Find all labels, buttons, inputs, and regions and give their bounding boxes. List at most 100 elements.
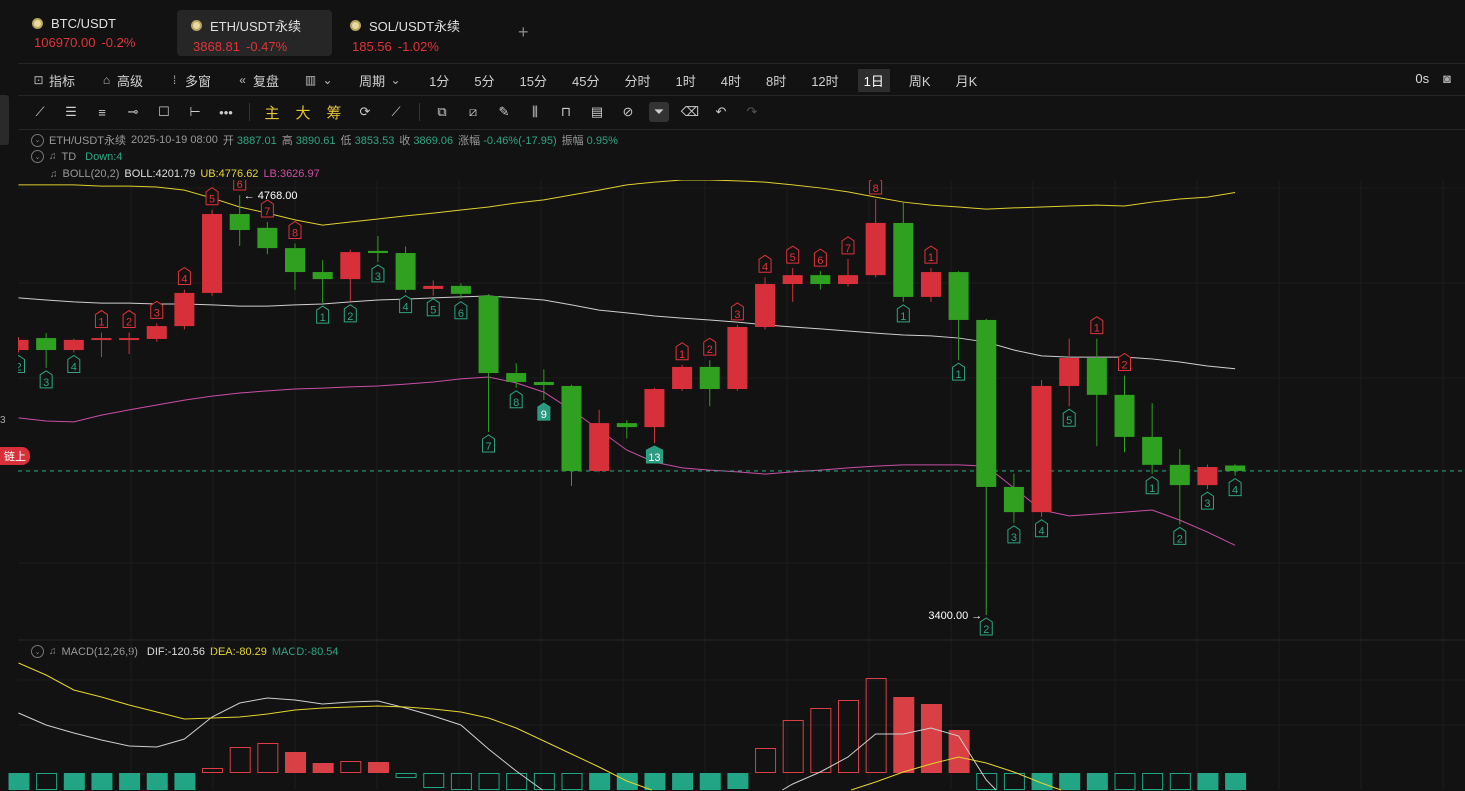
tab-sol[interactable]: SOL/USDT永续 185.56 -1.02%	[336, 10, 491, 56]
candles-select-icon[interactable]: ⫼	[525, 102, 545, 122]
candle-body	[644, 389, 665, 428]
candle-body	[1169, 464, 1190, 486]
main-force-button[interactable]: 主	[262, 102, 282, 122]
period-3[interactable]: 45分	[566, 69, 605, 92]
horizontal-ray-icon[interactable]: ⊸	[123, 102, 143, 122]
magnet-icon[interactable]: ⊘	[618, 102, 638, 122]
period-8[interactable]: 12时	[805, 69, 844, 92]
candle-body	[18, 339, 29, 351]
bell-icon[interactable]: ♫	[49, 646, 57, 657]
candle: 1	[893, 202, 914, 323]
candle: 3	[1003, 473, 1024, 544]
bell-icon[interactable]: ♫	[50, 169, 58, 180]
line-tool-icon[interactable]: ⟋	[30, 102, 50, 122]
td-marker	[896, 304, 910, 323]
td-marker	[316, 305, 330, 324]
amplitude-value: 0.95%	[586, 135, 618, 147]
brush-icon[interactable]: ⟋	[386, 102, 406, 122]
td-count: 5	[209, 194, 215, 206]
boll-ub: UB:4776.62	[200, 168, 259, 180]
candle-body	[672, 366, 693, 390]
refresh-edit-icon[interactable]: ⟳	[355, 102, 375, 122]
td-value: Down:4	[85, 150, 123, 163]
macd-histogram-bar	[1114, 773, 1136, 790]
candle: 1	[672, 342, 693, 391]
macd-info: ⌄ ♫ MACD(12,26,9) DIF:-120.56 DEA:-80.29 …	[31, 645, 339, 658]
period-6[interactable]: 4时	[715, 69, 747, 92]
boll-info: ♫ BOLL(20,2) BOLL:4201.79 UB:4776.62 LB:3…	[50, 168, 320, 180]
period-4[interactable]: 分时	[618, 69, 656, 92]
macd-histogram-bar	[1197, 773, 1219, 790]
undo-icon[interactable]: ↶	[711, 102, 731, 122]
candle: 2	[18, 337, 29, 373]
left-panel-handle[interactable]	[0, 95, 9, 145]
macd-histogram-bar	[755, 748, 777, 773]
bell-icon[interactable]: ♫	[49, 151, 57, 162]
candle: 3	[36, 333, 57, 389]
high-value: 3890.61	[295, 135, 336, 147]
big-order-button[interactable]: 大	[293, 102, 313, 122]
macd-histogram-bar	[146, 773, 168, 790]
period-dropdown[interactable]: 周期 ⌄	[355, 69, 406, 92]
collapse-icon[interactable]: ⌄	[31, 150, 44, 163]
separator	[249, 103, 250, 121]
period-7[interactable]: 8时	[760, 69, 792, 92]
td-marker	[288, 220, 302, 240]
camera-icon[interactable]: ◙	[1443, 71, 1451, 86]
period-2[interactable]: 15分	[514, 69, 553, 92]
collapse-icon[interactable]: ⌄	[31, 133, 44, 147]
collapse-icon[interactable]: ⌄	[31, 645, 44, 658]
td-marker	[509, 390, 523, 409]
period-11[interactable]: 月K	[950, 69, 984, 92]
td-count: 13	[648, 452, 660, 464]
pen-icon[interactable]: ✎	[494, 102, 514, 122]
indicators-label: 指标	[49, 73, 76, 89]
td-count: 6	[237, 179, 243, 191]
macd-histogram-bar	[644, 773, 666, 790]
lock-icon[interactable]: ⊓	[556, 102, 576, 122]
add-tab-button[interactable]: +	[518, 22, 529, 43]
period-5[interactable]: 1时	[670, 69, 702, 92]
macd-histogram-bar	[976, 773, 998, 790]
td-count: 4	[762, 261, 768, 273]
measure-icon[interactable]: ⊢	[185, 102, 205, 122]
tab-change: -0.2%	[101, 35, 136, 50]
redo-icon[interactable]: ↷	[742, 102, 762, 122]
open-label: 开	[222, 135, 234, 147]
td-count: 8	[292, 228, 298, 240]
macd-histogram-bar	[672, 773, 694, 790]
multi-window-button[interactable]: ⁞ 多窗	[164, 69, 215, 92]
td-count: 2	[707, 344, 713, 356]
period-9[interactable]: 1日	[857, 68, 890, 92]
advanced-button[interactable]: ⌂ 高级	[96, 69, 147, 92]
candle: 2	[699, 337, 720, 407]
td-count: 2	[126, 317, 132, 329]
td-count: 1	[320, 312, 326, 324]
ruler-icon[interactable]: ⧄	[463, 102, 483, 122]
tab-btc[interactable]: BTC/USDT 106970.00 -0.2%	[18, 10, 173, 56]
candle: 2	[340, 249, 361, 323]
more-tools-icon[interactable]: •••	[216, 102, 236, 122]
edit-doc-icon[interactable]: ▤	[587, 102, 607, 122]
note-icon[interactable]: ⧉	[432, 102, 452, 122]
period-0[interactable]: 1分	[423, 69, 455, 92]
rectangle-icon[interactable]: ☐	[154, 102, 174, 122]
period-1[interactable]: 5分	[468, 69, 500, 92]
chips-button[interactable]: 筹	[324, 102, 344, 122]
main-pane: 2341 23456781 234 5 6789131 2345 6781112345121…	[18, 179, 1465, 636]
candle-body	[367, 250, 388, 254]
onchain-badge[interactable]: 链上	[0, 447, 30, 465]
period-10[interactable]: 周K	[903, 69, 937, 92]
td-marker	[1173, 526, 1187, 545]
trash-icon[interactable]: ⌫	[680, 102, 700, 122]
filter-icon[interactable]: ⏷	[649, 102, 669, 122]
boll-lb: LB:3626.97	[263, 168, 320, 180]
indicators-button[interactable]: ⊡ 指标	[28, 69, 79, 92]
parallel-lines-icon[interactable]: ☰	[61, 102, 81, 122]
tab-eth[interactable]: ETH/USDT永续 3868.81 -0.47%	[177, 10, 332, 56]
horizontal-lines-icon[interactable]: ≡	[92, 102, 112, 122]
multi-window-label: 多窗	[185, 73, 212, 89]
chart-type-dropdown[interactable]: ▥ ⌄	[300, 72, 338, 89]
replay-button[interactable]: « 复盘	[232, 69, 283, 92]
td-marker	[703, 337, 717, 356]
